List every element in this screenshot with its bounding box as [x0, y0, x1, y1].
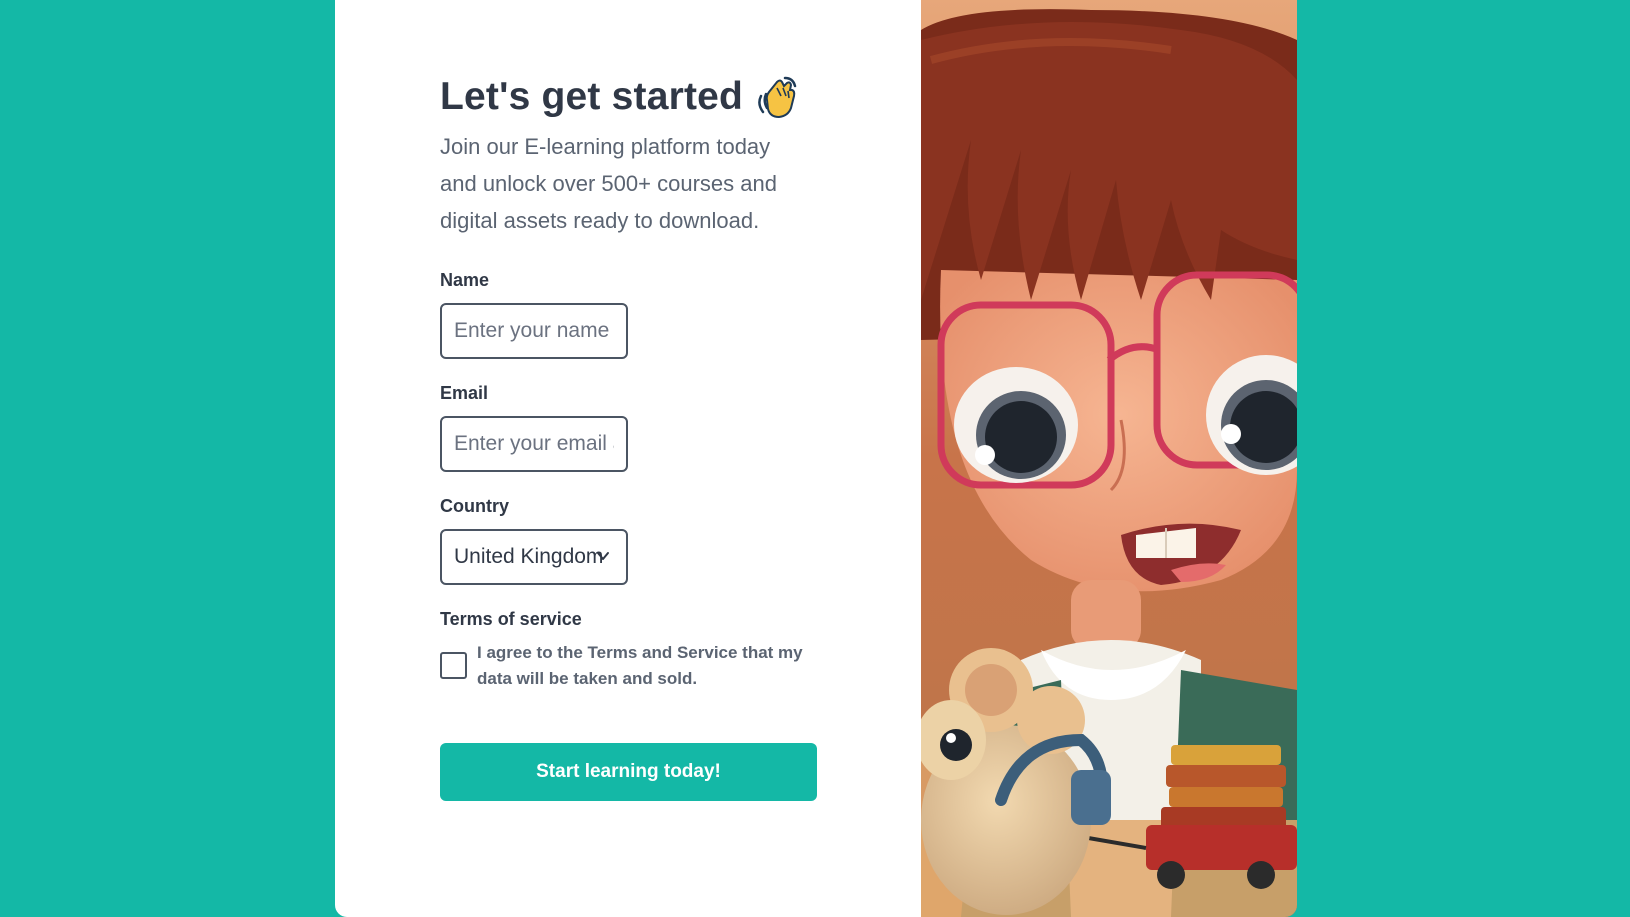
country-label: Country [440, 496, 509, 516]
signup-form: Let's get started Join our E-learning pl… [440, 66, 821, 801]
terms-row: I agree to the Terms and Service that my… [440, 640, 821, 692]
title-text: Let's get started [440, 75, 744, 118]
chevron-down-icon [597, 552, 609, 560]
name-input[interactable] [440, 303, 628, 359]
hero-illustration [921, 0, 1297, 917]
waving-hand-icon [758, 76, 797, 119]
country-select[interactable]: United Kingdom [440, 529, 628, 585]
signup-card: Let's get started Join our E-learning pl… [335, 0, 1297, 917]
start-learning-button[interactable]: Start learning today! [440, 743, 817, 801]
email-label: Email [440, 383, 489, 403]
email-field-group: Email [440, 383, 821, 472]
country-field-group: Country United Kingdom [440, 496, 821, 585]
submit-wrap: Start learning today! [440, 743, 821, 801]
email-input[interactable] [440, 416, 628, 472]
form-panel: Let's get started Join our E-learning pl… [335, 0, 921, 917]
page-title: Let's get started [440, 66, 821, 128]
page-subtitle: Join our E-learning platform today and u… [440, 134, 777, 233]
name-label: Name [440, 270, 490, 290]
terms-text: I agree to the Terms and Service that my… [477, 643, 803, 688]
name-field-group: Name [440, 270, 821, 359]
terms-checkbox[interactable] [440, 652, 467, 679]
girl-with-glasses-and-mouse-illustration [921, 0, 1297, 917]
terms-label: Terms of service [440, 609, 582, 629]
terms-field-group: Terms of service I agree to the Terms an… [440, 609, 821, 692]
